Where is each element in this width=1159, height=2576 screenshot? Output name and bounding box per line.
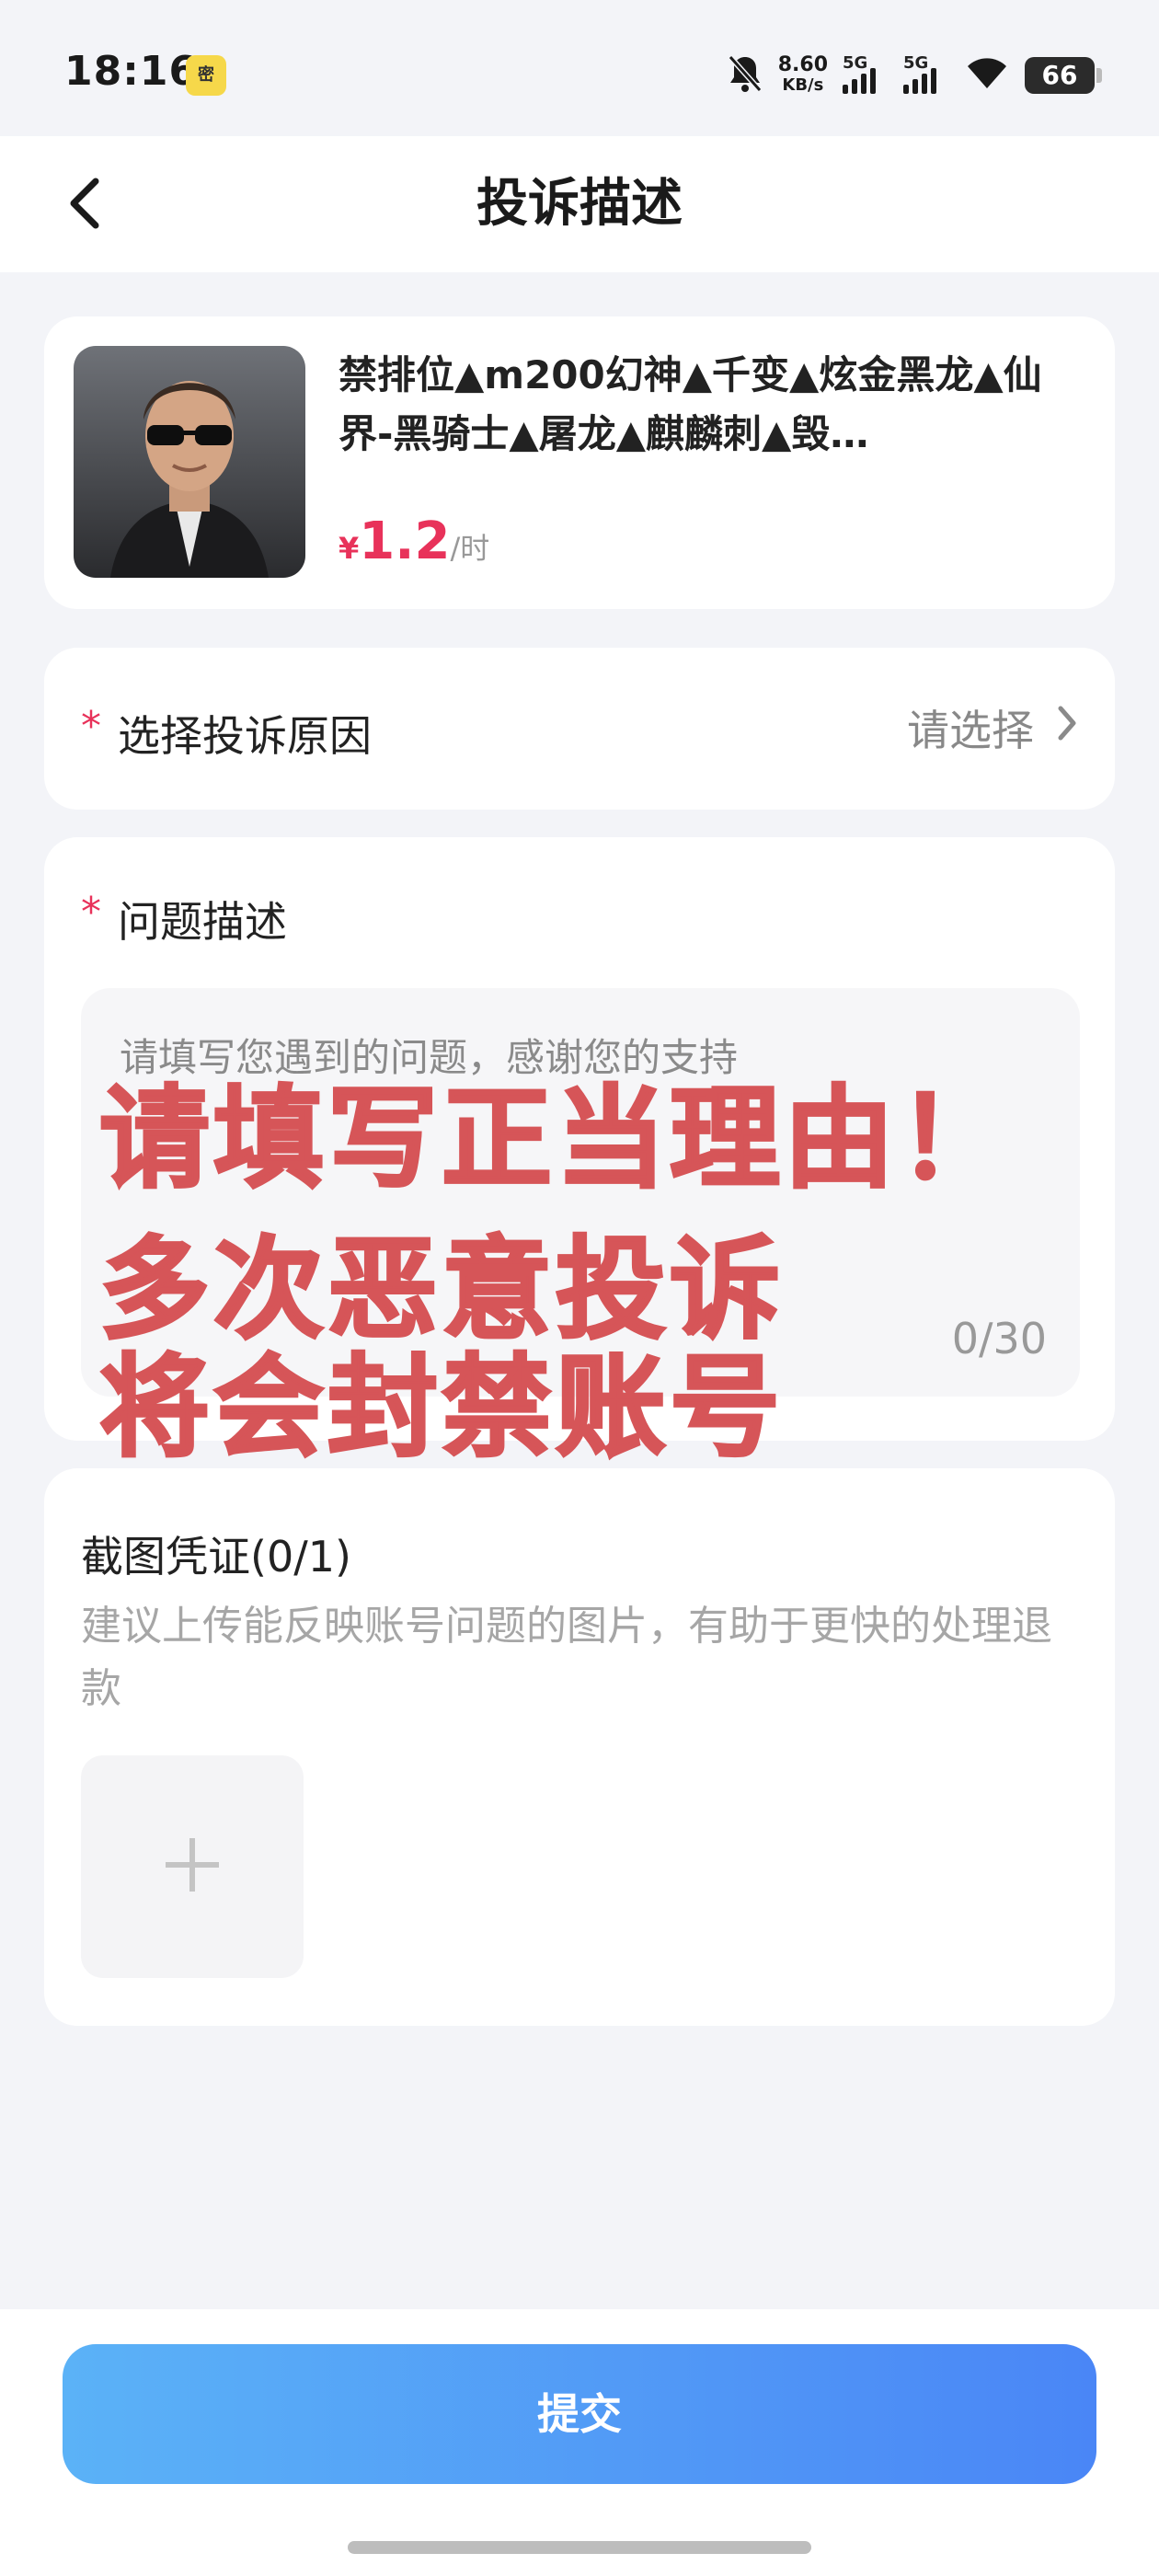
complaint-reason-label: 选择投诉原因 <box>118 711 372 761</box>
plus-icon <box>160 1833 224 1901</box>
product-thumbnail <box>74 346 305 578</box>
signal-5g-icon: 5G <box>903 53 949 94</box>
status-bar: 18:16 密 8.60 KB/s 5G 5G 66 <box>0 0 1159 136</box>
app-notification-icon: 密 <box>186 55 226 96</box>
battery-icon: 66 <box>1025 57 1102 94</box>
problem-description-label: 问题描述 <box>118 897 287 947</box>
screenshot-evidence-label: 截图凭证(0/1) <box>81 1532 351 1581</box>
screenshot-evidence-card: 截图凭证(0/1) 建议上传能反映账号问题的图片，有助于更快的处理退款 <box>44 1468 1115 2026</box>
network-speed: 8.60 KB/s <box>777 53 828 96</box>
home-indicator[interactable] <box>348 2541 811 2554</box>
character-counter: 0/30 <box>951 1314 1047 1363</box>
wifi-icon <box>964 55 1010 96</box>
complaint-reason-select[interactable]: 请选择 <box>907 697 1078 758</box>
chevron-right-icon <box>1056 703 1078 753</box>
status-time: 18:16 <box>64 48 199 95</box>
problem-description-card: * 问题描述 请填写您遇到的问题，感谢您的支持 0/30 <box>44 837 1115 1441</box>
chevron-left-icon <box>66 176 103 235</box>
required-mark: * <box>81 889 101 936</box>
product-title: 禁排位▲m200幻神▲千变▲炫金黑龙▲仙界-黑骑士▲屠龙▲麒麟刺▲毁… <box>339 352 1042 456</box>
mute-bell-icon <box>727 53 763 98</box>
submit-button[interactable]: 提交 <box>63 2344 1096 2484</box>
upload-image-button[interactable] <box>81 1755 304 1978</box>
status-icons: 8.60 KB/s 5G 5G 66 <box>727 48 1102 103</box>
nav-header: 投诉描述 <box>0 136 1159 272</box>
bottom-action-bar: 提交 <box>0 2309 1159 2576</box>
product-price: ¥1.2/时 <box>339 512 490 571</box>
reason-placeholder: 请选择 <box>907 706 1034 755</box>
required-mark: * <box>81 703 101 750</box>
back-button[interactable] <box>57 173 112 237</box>
problem-description-input[interactable]: 请填写您遇到的问题，感谢您的支持 0/30 <box>81 988 1080 1397</box>
screenshot-hint: 建议上传能反映账号问题的图片，有助于更快的处理退款 <box>81 1603 1052 1712</box>
description-placeholder: 请填写您遇到的问题，感谢您的支持 <box>120 1035 739 1080</box>
page-title: 投诉描述 <box>476 174 683 234</box>
signal-5g-icon: 5G <box>843 53 889 94</box>
complaint-reason-row[interactable]: * 选择投诉原因 请选择 <box>44 648 1115 810</box>
product-card[interactable]: 禁排位▲m200幻神▲千变▲炫金黑龙▲仙界-黑骑士▲屠龙▲麒麟刺▲毁… ¥1.2… <box>44 316 1115 609</box>
